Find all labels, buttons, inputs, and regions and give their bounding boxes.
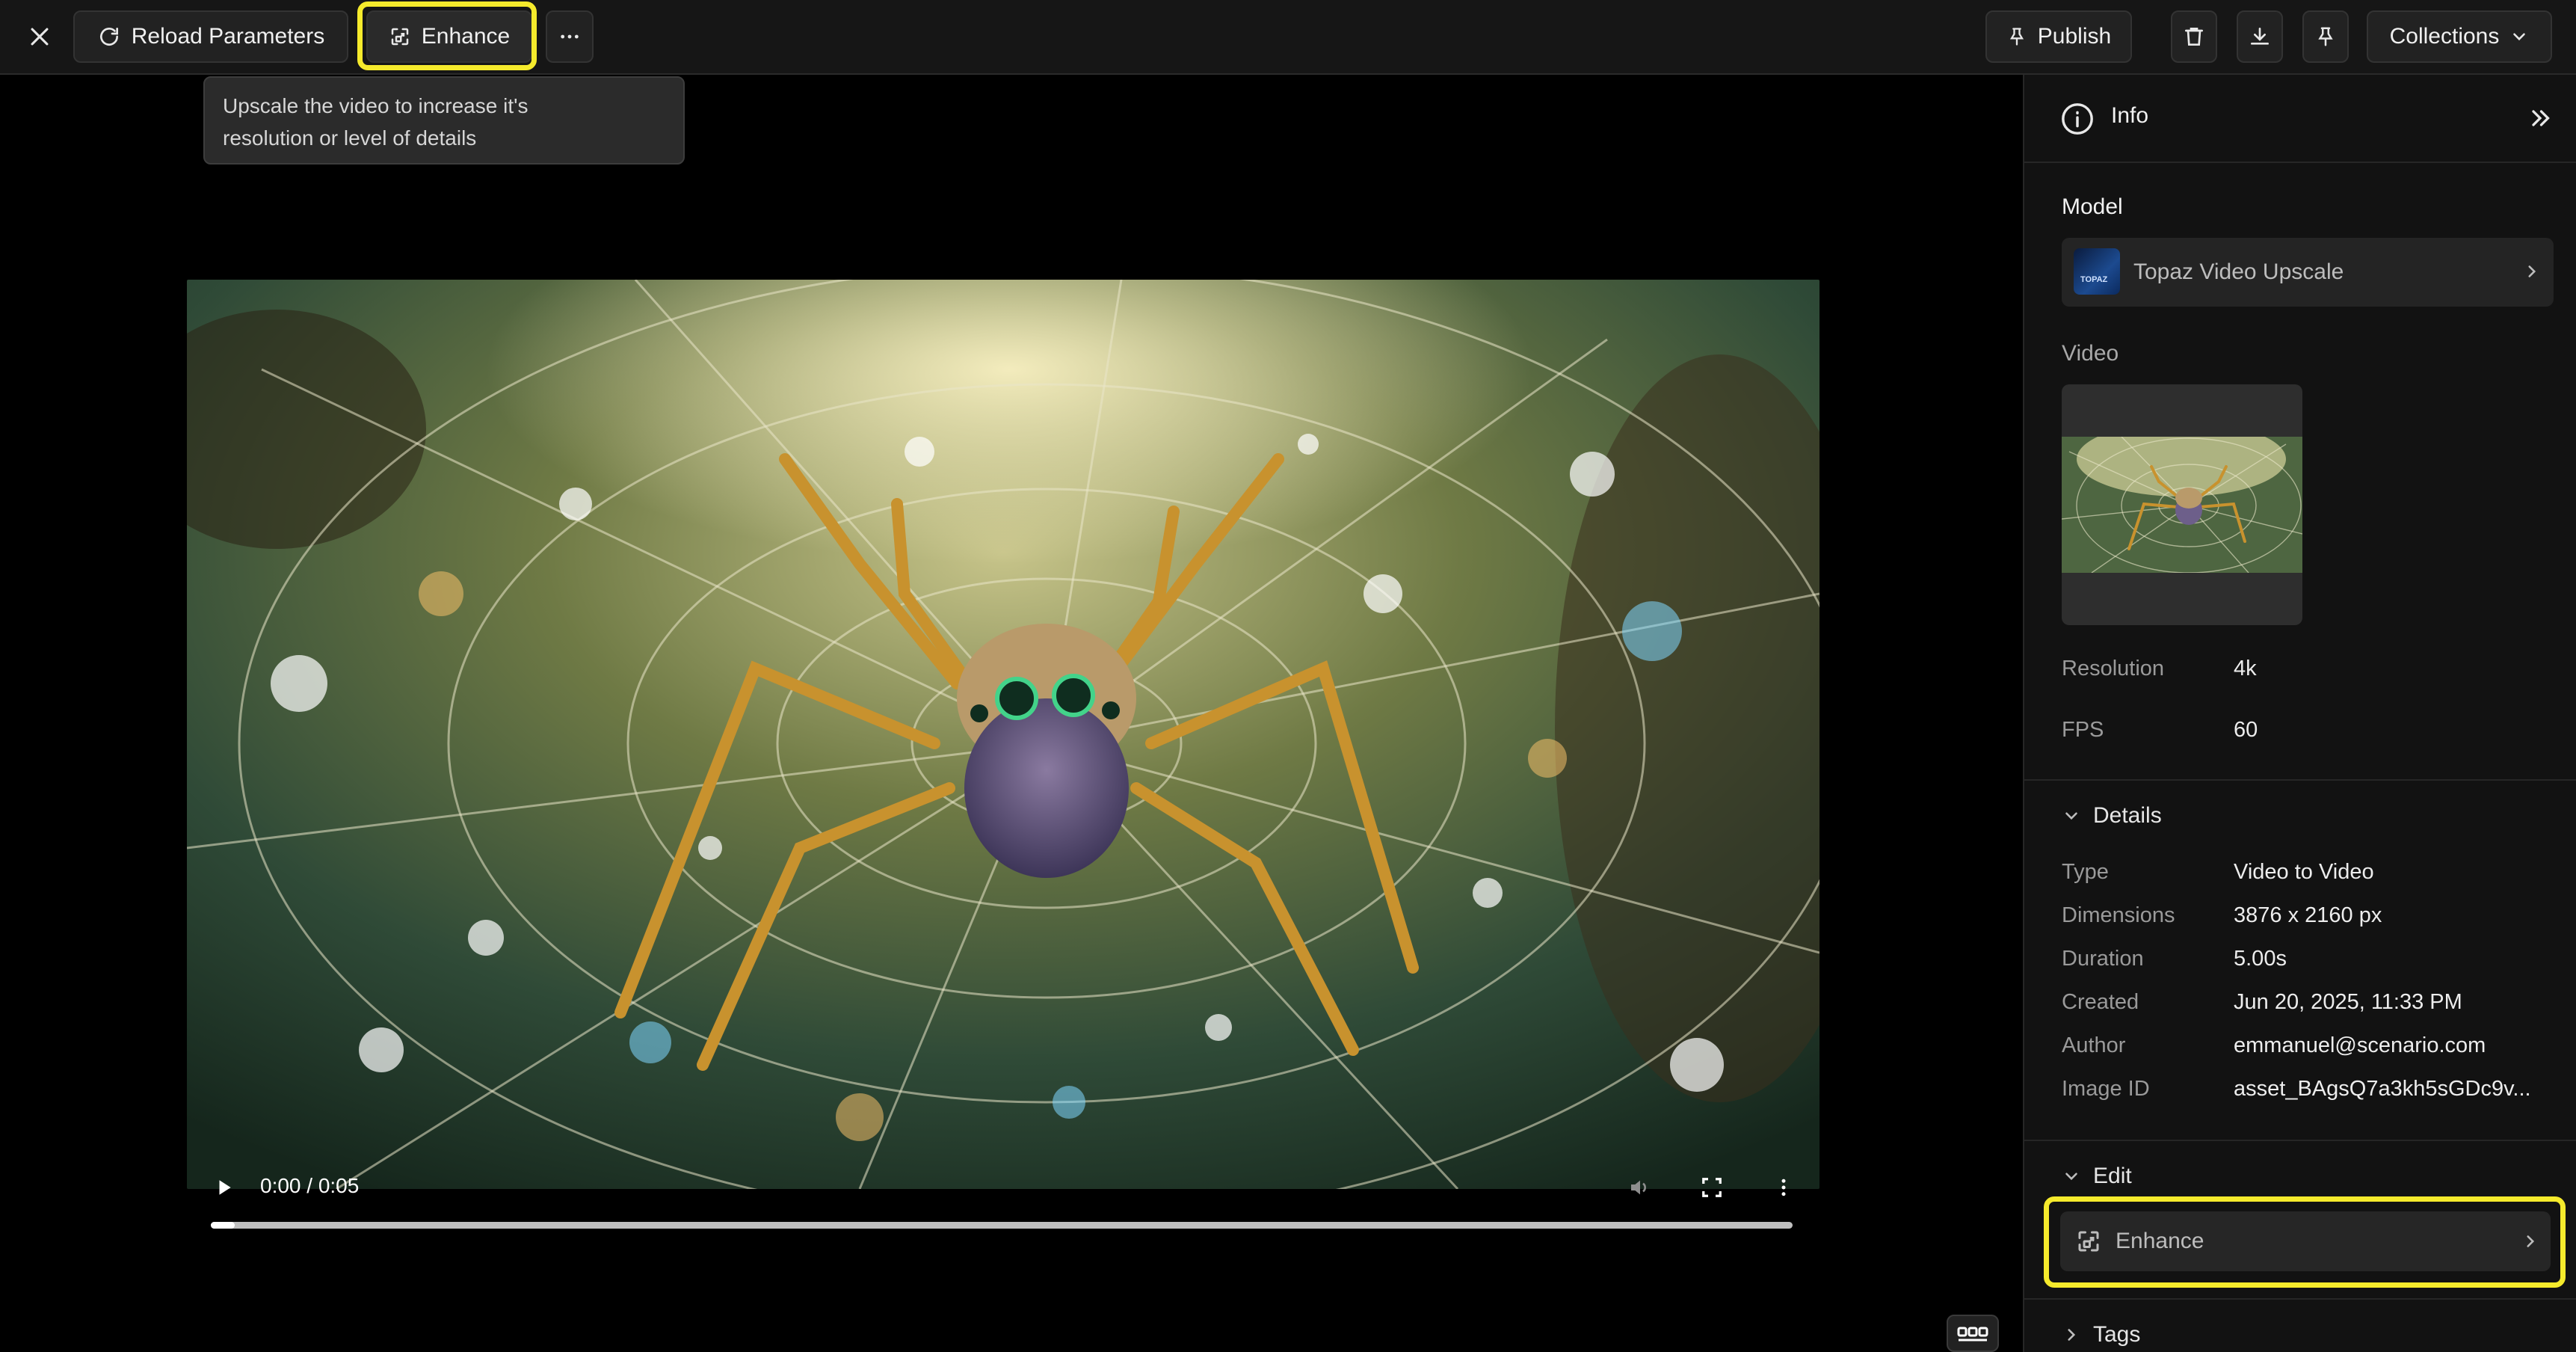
model-section-title: Model bbox=[2062, 194, 2123, 219]
pin-button[interactable] bbox=[2302, 10, 2349, 63]
info-panel: Info Model TOPAZ Topaz Video Upscale Vid… bbox=[2023, 75, 2576, 1352]
divider bbox=[2024, 1298, 2576, 1300]
grid-icon bbox=[1957, 1327, 1988, 1342]
publish-button[interactable]: Publish bbox=[1985, 10, 2132, 63]
tooltip-line-2: resolution or level of details bbox=[223, 126, 477, 150]
close-icon bbox=[31, 28, 49, 46]
progress-bar[interactable] bbox=[211, 1222, 1793, 1229]
more-vertical-icon bbox=[1781, 1179, 1786, 1196]
detail-value-type: Video to Video bbox=[2234, 860, 2374, 884]
fullscreen-icon bbox=[1702, 1178, 1722, 1197]
model-card[interactable]: TOPAZ Topaz Video Upscale bbox=[2062, 238, 2554, 307]
pin-icon bbox=[2318, 27, 2333, 46]
delete-button[interactable] bbox=[2171, 10, 2217, 63]
enhance-label: Enhance bbox=[421, 24, 511, 49]
video-thumbnail-image bbox=[2062, 437, 2302, 573]
chevron-down-icon bbox=[2065, 1173, 2077, 1181]
detail-value-duration: 5.00s bbox=[2234, 947, 2287, 971]
play-icon bbox=[219, 1180, 231, 1195]
resolution-value: 4k bbox=[2234, 657, 2257, 680]
enhance-icon bbox=[2078, 1231, 2099, 1252]
close-button[interactable] bbox=[13, 10, 66, 63]
player-more-button[interactable] bbox=[1767, 1171, 1800, 1204]
video-section-title: Video bbox=[2062, 341, 2119, 366]
detail-value-dimensions: 3876 x 2160 px bbox=[2234, 903, 2382, 927]
details-section-toggle[interactable]: Details bbox=[2062, 803, 2162, 829]
app-root: Reload Parameters Enhance Publish Collec… bbox=[0, 0, 2576, 1352]
info-icon bbox=[2062, 103, 2093, 135]
mute-button[interactable] bbox=[1624, 1171, 1657, 1204]
chevron-down-icon bbox=[2513, 33, 2526, 41]
trash-icon bbox=[2185, 28, 2203, 46]
model-logo: TOPAZ bbox=[2074, 248, 2120, 295]
video-player[interactable] bbox=[187, 280, 1819, 1189]
detail-label-dimensions: Dimensions bbox=[2062, 903, 2175, 927]
video-thumbnail[interactable] bbox=[2062, 384, 2302, 625]
tags-section-toggle[interactable]: Tags bbox=[2062, 1322, 2140, 1348]
detail-label-image-id: Image ID bbox=[2062, 1077, 2150, 1101]
model-name: Topaz Video Upscale bbox=[2133, 259, 2344, 284]
enhance-tooltip: Upscale the video to increase it's resol… bbox=[203, 76, 685, 165]
tooltip-line-1: Upscale the video to increase it's bbox=[223, 94, 529, 117]
filmstrip-toggle-button[interactable] bbox=[1947, 1315, 1999, 1352]
volume-icon bbox=[1631, 1180, 1646, 1195]
reload-parameters-label: Reload Parameters bbox=[131, 24, 325, 49]
detail-label-author: Author bbox=[2062, 1033, 2126, 1057]
collections-dropdown[interactable]: Collections bbox=[2367, 10, 2552, 63]
enhance-icon bbox=[391, 28, 409, 46]
pin-icon bbox=[2009, 28, 2024, 46]
publish-label: Publish bbox=[2037, 24, 2112, 49]
more-options-button[interactable] bbox=[546, 10, 594, 63]
fps-label: FPS bbox=[2062, 718, 2104, 742]
detail-label-created: Created bbox=[2062, 990, 2139, 1014]
download-button[interactable] bbox=[2237, 10, 2283, 63]
progress-fill bbox=[211, 1222, 235, 1229]
tags-title: Tags bbox=[2093, 1322, 2141, 1347]
detail-value-created: Jun 20, 2025, 11:33 PM bbox=[2234, 990, 2462, 1014]
edit-enhance-label: Enhance bbox=[2116, 1229, 2204, 1253]
divider bbox=[2024, 1140, 2576, 1141]
info-panel-header: Info bbox=[2024, 75, 2576, 163]
detail-value-author: emmanuel@scenario.com bbox=[2234, 1033, 2486, 1057]
collapse-panel-button[interactable] bbox=[2527, 105, 2557, 135]
fps-value: 60 bbox=[2234, 718, 2258, 742]
top-toolbar: Reload Parameters Enhance Publish Collec… bbox=[0, 0, 2576, 75]
detail-value-image-id[interactable]: asset_BAgsQ7a3kh5sGDc9v... bbox=[2234, 1077, 2531, 1101]
chevron-right-icon bbox=[2527, 1235, 2535, 1247]
edit-title: Edit bbox=[2093, 1164, 2132, 1188]
fullscreen-button[interactable] bbox=[1695, 1171, 1728, 1204]
video-frame-image bbox=[187, 280, 1819, 1189]
more-horizontal-icon bbox=[561, 34, 579, 39]
reload-parameters-button[interactable]: Reload Parameters bbox=[73, 10, 348, 63]
play-button[interactable] bbox=[208, 1171, 241, 1204]
divider bbox=[2024, 779, 2576, 781]
info-panel-title: Info bbox=[2111, 103, 2149, 128]
chevron-right-icon bbox=[2068, 1329, 2076, 1341]
chevron-right-icon bbox=[2528, 265, 2536, 277]
detail-label-type: Type bbox=[2062, 860, 2109, 884]
enhance-button[interactable]: Enhance bbox=[366, 10, 532, 63]
edit-section-toggle[interactable]: Edit bbox=[2062, 1164, 2132, 1189]
collections-label: Collections bbox=[2389, 24, 2500, 49]
download-icon bbox=[2251, 28, 2269, 45]
detail-label-duration: Duration bbox=[2062, 947, 2144, 971]
resolution-label: Resolution bbox=[2062, 657, 2165, 680]
video-controls: 0:00 / 0:05 bbox=[187, 1152, 1819, 1234]
details-title: Details bbox=[2093, 803, 2162, 828]
reload-icon bbox=[99, 28, 118, 46]
edit-enhance-option[interactable]: Enhance bbox=[2060, 1211, 2551, 1271]
chevrons-right-icon bbox=[2532, 110, 2550, 126]
chevron-down-icon bbox=[2065, 812, 2077, 820]
time-display: 0:00 / 0:05 bbox=[260, 1174, 360, 1197]
